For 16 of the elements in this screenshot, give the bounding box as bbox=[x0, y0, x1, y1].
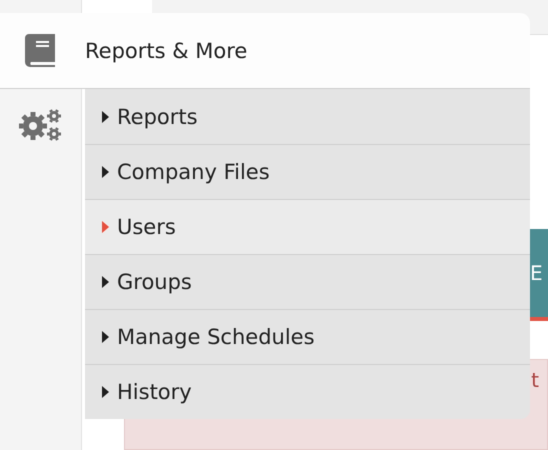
caret-icon bbox=[102, 166, 109, 178]
menu-title: Reports & More bbox=[85, 38, 248, 62]
book-icon bbox=[25, 34, 55, 67]
menu-item[interactable]: Users bbox=[85, 199, 530, 254]
menu-item-label: Users bbox=[117, 215, 176, 239]
caret-icon bbox=[102, 276, 109, 288]
menu-item-label: Company Files bbox=[117, 160, 270, 184]
settings-icon[interactable] bbox=[18, 108, 62, 142]
export-button[interactable]: E bbox=[530, 229, 548, 321]
caret-icon bbox=[102, 221, 109, 233]
menu-item-label: Reports bbox=[117, 104, 198, 128]
caret-icon bbox=[102, 386, 109, 398]
caret-icon bbox=[102, 331, 109, 343]
menu-item-label: Manage Schedules bbox=[117, 325, 315, 349]
caret-icon bbox=[102, 110, 109, 122]
menu-item-label: Groups bbox=[117, 270, 192, 294]
